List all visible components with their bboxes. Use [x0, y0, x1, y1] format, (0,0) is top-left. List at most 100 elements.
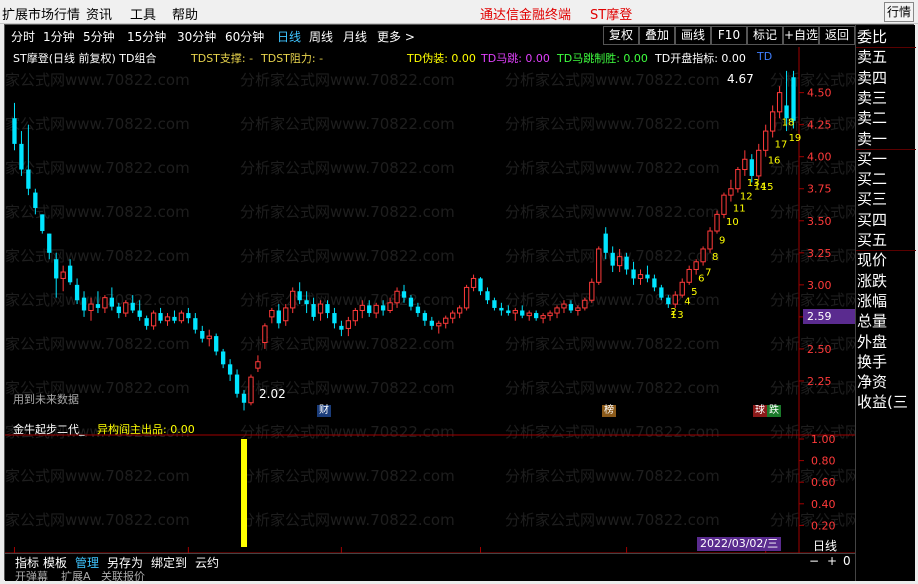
event-badge-finance[interactable]: 财: [317, 405, 331, 417]
quote-panel: 委比 卖五 卖四 卖三 卖二 卖一 买一 买二 买三 买四 买五 现价 涨跌 涨幅 总量 外盘 换手 净资 收益(三: [855, 25, 916, 581]
candle-body-up: [512, 309, 518, 314]
add-watchlist-button[interactable]: +自选: [783, 26, 819, 45]
tab-1min[interactable]: 1分钟: [43, 28, 75, 45]
tab-15min[interactable]: 15分钟: [127, 28, 166, 45]
tab-bind-to[interactable]: 绑定到: [151, 554, 187, 571]
candle-body-down: [172, 316, 177, 321]
menu-extended-market[interactable]: 扩展市场行情: [2, 4, 80, 23]
candle-body-up: [693, 261, 699, 270]
mark-button[interactable]: 标记: [747, 26, 783, 45]
tab-cloud[interactable]: 云约: [195, 554, 219, 571]
tab-timeshare[interactable]: 分时: [11, 28, 35, 45]
sub-tick-label: 0.20: [811, 519, 836, 532]
candle-body-up: [463, 286, 470, 309]
candle-body-down: [158, 313, 163, 321]
overlay-button[interactable]: 叠加: [639, 26, 675, 45]
quote-row-label: 总量: [857, 312, 888, 331]
watermark-text: 分析家公式网www.70822.com: [505, 467, 720, 485]
f10-button[interactable]: F10: [711, 26, 747, 45]
menu-bar: 扩展市场行情 资讯 工具 帮助 通达信金融终端 ST摩登 行情: [0, 0, 918, 24]
candle-body-down: [54, 259, 59, 279]
candle-body-down: [631, 269, 636, 279]
candle-body-down: [220, 351, 226, 365]
tab-monthly[interactable]: 月线: [343, 28, 367, 45]
candle-body-down: [95, 304, 101, 308]
zoom-out-icon[interactable]: −: [809, 554, 819, 568]
candle-body-up: [547, 312, 553, 317]
event-badge-fall[interactable]: 跌: [767, 405, 781, 417]
tab-more[interactable]: 更多 >: [377, 28, 415, 45]
td-fake: TD伪装: 0.00: [407, 52, 476, 65]
td-open-indicator: TD开盘指标: 0.00: [655, 52, 746, 65]
menu-tools[interactable]: 工具: [130, 4, 156, 23]
candle-body-up: [436, 322, 442, 327]
candle-body-up: [575, 307, 581, 311]
sub-tick-label: 0.40: [811, 498, 836, 511]
menu-help[interactable]: 帮助: [172, 4, 198, 23]
tab-30min[interactable]: 30分钟: [177, 28, 216, 45]
candle-body-up: [735, 169, 741, 190]
price-tick-label: 3.50: [807, 215, 832, 228]
td-count-label: 15: [761, 182, 774, 193]
tab-extend-a[interactable]: 扩展A: [61, 568, 91, 584]
tab-daily[interactable]: 日线: [277, 28, 301, 45]
tab-weekly[interactable]: 周线: [309, 28, 333, 45]
event-badge-list[interactable]: 榜: [602, 405, 616, 417]
sub-indicator-value: 异构阎主出品: 0.00: [97, 423, 195, 436]
td-count-label: 10: [726, 217, 739, 228]
candle-body-up: [763, 130, 769, 151]
candle-body-down: [200, 330, 205, 339]
watermark-text: 分析家公式网www.70822.com: [5, 335, 190, 353]
watermark-text: 分析家公式网www.70822.com: [505, 159, 720, 177]
candle-body-up: [769, 111, 776, 132]
candle-body-up: [714, 213, 720, 232]
candle-body-down: [367, 305, 372, 314]
quote-row-label: 外盘: [857, 332, 888, 351]
td-tag: TD: [757, 50, 773, 63]
menu-news[interactable]: 资讯: [86, 4, 112, 23]
zoom-in-icon[interactable]: +: [827, 554, 837, 568]
quote-row-label: 卖二: [857, 109, 888, 128]
quote-row-label: 买三: [857, 190, 888, 209]
quote-button[interactable]: 行情: [884, 2, 914, 22]
watermark-text: 分析家公式网www.70822.com: [505, 379, 720, 397]
candle-body-up: [637, 274, 644, 279]
watermark-text: 分析家公式网www.70822.com: [240, 467, 455, 485]
watermark-text: 分析家公式网www.70822.com: [5, 247, 190, 265]
tab-linked-quote[interactable]: 关联报价: [101, 568, 145, 584]
price-chart[interactable]: 分析家公式网www.70822.com 分析家公式网www.70822.com 分析…: [5, 47, 855, 553]
quote-row-label: 卖三: [857, 88, 888, 107]
quote-row-label: 卖一: [857, 129, 888, 148]
price-tick-label: 3.25: [807, 247, 832, 260]
candle-body-down: [276, 310, 281, 324]
td-count-label: 4: [684, 297, 690, 308]
candle-body-down: [415, 306, 421, 314]
tab-danmaku[interactable]: 开弹幕: [15, 568, 48, 584]
draw-button[interactable]: 画线: [675, 26, 711, 45]
watermark-text: 分析家公式网www.70822.com: [505, 203, 720, 221]
td-count-label: 7: [705, 268, 711, 279]
tab-60min[interactable]: 60分钟: [225, 28, 264, 45]
quote-row-label: 换手: [857, 352, 888, 371]
stock-title: ST摩登: [590, 8, 633, 23]
candle-body-down: [234, 374, 240, 394]
event-badge-ball[interactable]: 球: [753, 405, 767, 417]
tab-5min[interactable]: 5分钟: [83, 28, 115, 45]
quote-row-label: 收益(三: [857, 393, 908, 412]
candle-body-up: [596, 248, 602, 283]
candle-body-down: [33, 192, 38, 208]
candle-body-up: [373, 304, 379, 314]
candle-body-up: [178, 312, 185, 322]
sub-indicator-name: 金牛起步二代_: [13, 423, 85, 436]
candle-body-down: [116, 306, 121, 314]
adjust-button[interactable]: 复权: [603, 26, 639, 45]
td-count-label: 8: [712, 252, 718, 263]
high-price-label: 4.67: [727, 72, 754, 86]
candle-body-up: [707, 230, 713, 250]
back-button[interactable]: 返回: [819, 26, 855, 45]
zero-button[interactable]: 0: [843, 554, 851, 568]
candle-body-down: [645, 274, 650, 279]
watermark-text: 分析家公式网www.70822.com: [240, 335, 455, 353]
candle-body-up: [387, 302, 393, 311]
candle-body-up: [60, 271, 66, 279]
